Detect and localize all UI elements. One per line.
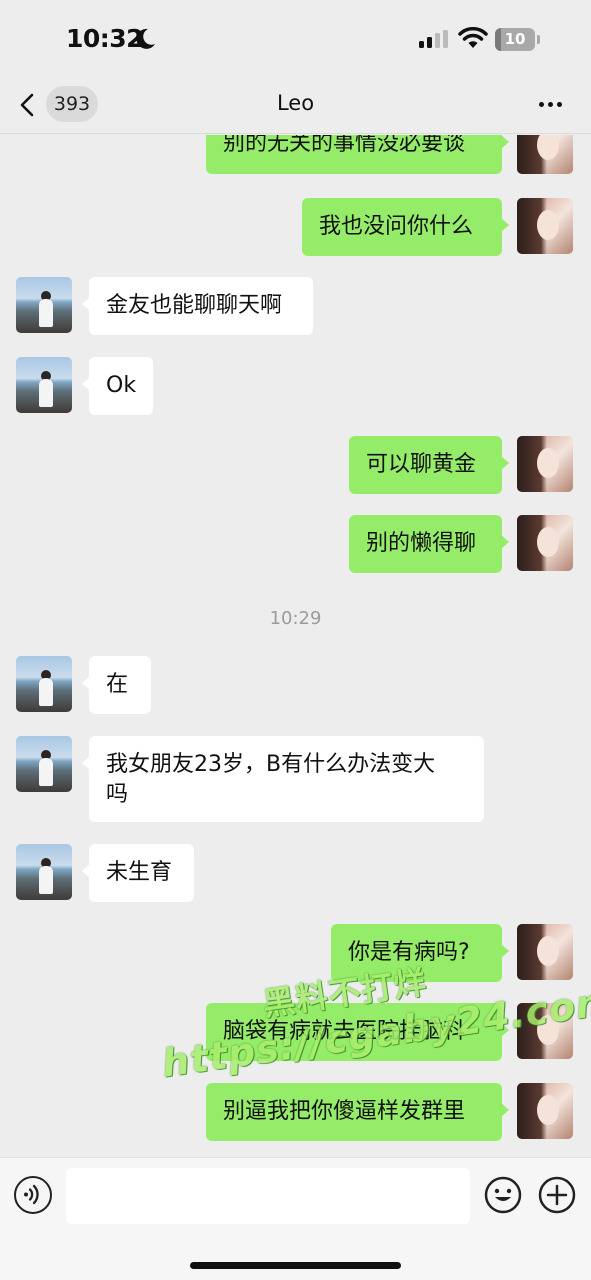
self-avatar[interactable] <box>517 924 573 980</box>
self-avatar[interactable] <box>517 1083 573 1139</box>
home-indicator[interactable] <box>190 1262 401 1269</box>
wifi-icon <box>458 27 488 48</box>
message-bubble-other[interactable]: 我女朋友23岁，B有什么办法变大 吗 <box>82 736 484 822</box>
message-bubble-self[interactable]: 别的无关的事情没必要谈 <box>206 135 509 174</box>
battery-indicator: 10 <box>495 28 535 51</box>
message-row: 我女朋友23岁，B有什么办法变大 吗 <box>0 736 591 824</box>
moon-icon <box>136 28 155 49</box>
status-bar: 10:32 10 <box>0 0 591 80</box>
status-time: 10:32 <box>66 24 144 53</box>
contact-avatar[interactable] <box>16 656 72 712</box>
message-bubble-other[interactable]: 未生育 <box>82 844 194 902</box>
message-bubble-self[interactable]: 我也没问你什么 <box>302 198 509 256</box>
message-bubble-self[interactable]: 可以聊黄金 <box>349 436 509 494</box>
more-dots-icon <box>539 102 544 107</box>
chat-message-list[interactable]: 别的无关的事情没必要谈 我也没问你什么 金友也能聊聊天啊 Ok 可以聊黄金 别的… <box>0 135 591 1157</box>
message-bubble-self[interactable]: 别的懒得聊 <box>349 515 509 573</box>
message-row: 我也没问你什么 <box>0 198 591 258</box>
message-text-input[interactable] <box>66 1168 470 1224</box>
battery-percent: 10 <box>504 30 526 48</box>
voice-icon <box>24 1184 39 1205</box>
voice-button[interactable] <box>14 1176 52 1214</box>
contact-avatar[interactable] <box>16 277 72 333</box>
plus-circle-icon[interactable] <box>538 1176 576 1214</box>
contact-avatar[interactable] <box>16 357 72 413</box>
message-row: 脑袋有病就去医院挂脑科 <box>0 1003 591 1063</box>
nav-bar: 393 Leo <box>0 80 591 134</box>
message-bubble-other[interactable]: 在 <box>82 656 151 714</box>
cellular-signal-icon <box>419 30 449 48</box>
timestamp-divider: 10:29 <box>269 608 322 629</box>
message-row: 别的无关的事情没必要谈 <box>0 135 591 175</box>
message-row: 别逼我把你傻逼样发群里 <box>0 1083 591 1143</box>
contact-avatar[interactable] <box>16 736 72 792</box>
self-avatar[interactable] <box>517 436 573 492</box>
emoji-icon[interactable] <box>484 1176 522 1214</box>
message-bubble-self[interactable]: 你是有病吗? <box>331 924 509 982</box>
message-row: Ok <box>0 357 591 417</box>
self-avatar[interactable] <box>517 198 573 254</box>
message-row: 金友也能聊聊天啊 <box>0 277 591 337</box>
chat-title: Leo <box>276 91 315 115</box>
message-bubble-self[interactable]: 别逼我把你傻逼样发群里 <box>206 1083 509 1141</box>
contact-avatar[interactable] <box>16 844 72 900</box>
message-row: 在 <box>0 656 591 716</box>
message-row: 别的懒得聊 <box>0 515 591 575</box>
message-row: 未生育 <box>0 844 591 904</box>
message-bubble-other[interactable]: Ok <box>82 357 153 415</box>
message-bubble-self[interactable]: 脑袋有病就去医院挂脑科 <box>206 1003 509 1061</box>
self-avatar[interactable] <box>517 135 573 174</box>
self-avatar[interactable] <box>517 1003 573 1059</box>
message-row: 可以聊黄金 <box>0 436 591 496</box>
more-button[interactable] <box>536 92 566 116</box>
self-avatar[interactable] <box>517 515 573 571</box>
message-bubble-other[interactable]: 金友也能聊聊天啊 <box>82 277 313 335</box>
message-row: 你是有病吗? <box>0 924 591 984</box>
